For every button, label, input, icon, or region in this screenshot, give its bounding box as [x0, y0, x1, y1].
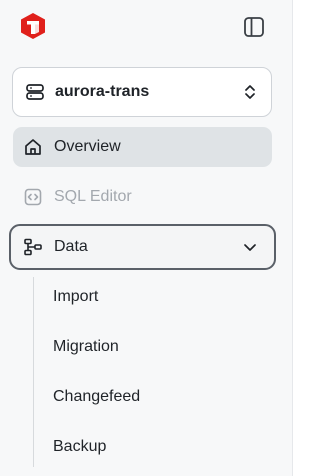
submenu-item-backup[interactable]: Backup — [53, 436, 106, 458]
nav-item-label: Overview — [54, 138, 121, 155]
sidebar-toggle-icon[interactable] — [241, 14, 267, 40]
home-icon — [23, 137, 43, 157]
nav-item-sql-editor: SQL Editor — [13, 177, 272, 217]
nav-item-overview[interactable]: Overview — [13, 127, 272, 167]
cluster-name: aurora-trans — [55, 83, 150, 100]
chevron-up-down-icon — [243, 83, 257, 101]
nav-item-label: Data — [54, 238, 88, 255]
submenu-item-import[interactable]: Import — [53, 286, 98, 308]
chevron-down-icon[interactable] — [242, 239, 258, 255]
data-icon — [23, 237, 43, 257]
sidebar: aurora-trans Overview SQL Editor Data Im… — [0, 0, 293, 476]
cluster-selector[interactable]: aurora-trans — [12, 67, 272, 117]
submenu-item-changefeed[interactable]: Changefeed — [53, 386, 140, 408]
nav-item-data[interactable]: Data — [9, 224, 276, 270]
nav-item-label: SQL Editor — [54, 188, 132, 205]
code-editor-icon — [23, 187, 43, 207]
submenu-guide-line — [33, 277, 34, 467]
brand-logo-icon[interactable] — [20, 12, 46, 40]
database-icon — [25, 82, 45, 102]
submenu-item-migration[interactable]: Migration — [53, 336, 119, 358]
